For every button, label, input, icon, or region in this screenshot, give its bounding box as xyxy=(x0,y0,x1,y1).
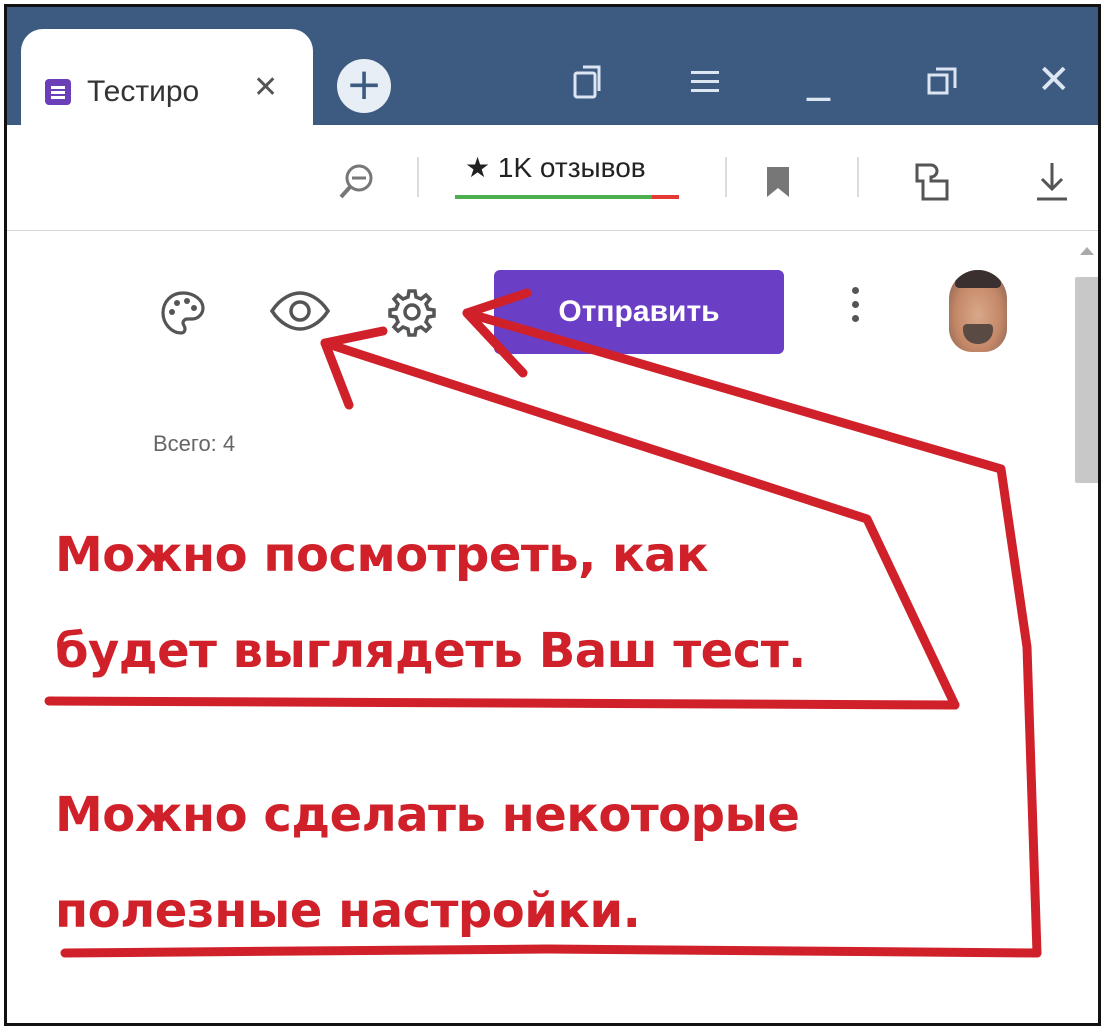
underline-settings xyxy=(60,944,1042,958)
arrowhead-settings xyxy=(462,288,532,378)
arrowhead-preview xyxy=(320,326,388,410)
arrow-to-preview xyxy=(320,338,960,710)
annotation-arrows xyxy=(44,288,1042,958)
screenshot-frame: Тестиро ✕ + _ ✕ ★ 1K отзывов Отправить В… xyxy=(4,4,1101,1026)
underline-preview xyxy=(44,696,960,710)
arrow-to-settings xyxy=(462,308,1042,958)
